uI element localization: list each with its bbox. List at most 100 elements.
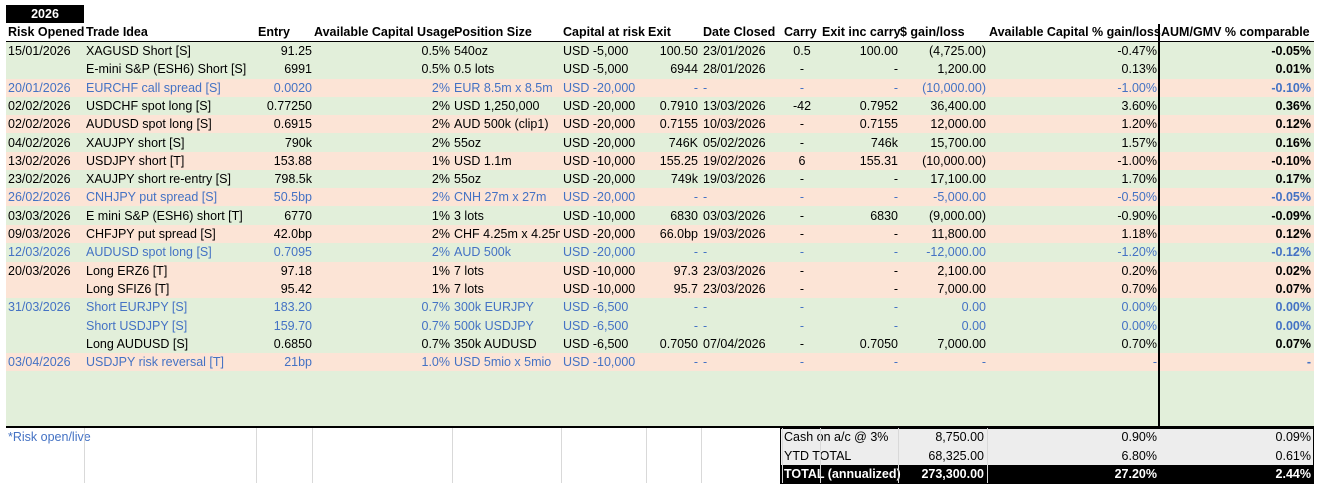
cell-carry: - (799, 117, 805, 132)
cell-risk-opened: 20/03/2026 (8, 263, 71, 278)
cell-aum-pct: 0.16% (1275, 135, 1311, 150)
cell-aum-pct: -0.12% (1271, 245, 1311, 260)
cell-gain-loss: 15,700.00 (930, 135, 986, 150)
cell-position-size: USD 5mio x 5mio (454, 355, 552, 370)
cell-capital-pct: 0.00% (1121, 318, 1157, 333)
cell-exit-inc-carry: 155.31 (859, 153, 898, 168)
cell-entry: 0.77250 (266, 98, 312, 113)
header-capital-pct: Available Capital % gain/loss (989, 25, 1161, 39)
cell-capital-at-risk: USD -20,000 (563, 190, 636, 205)
cell-trade-idea: EURCHF call spread [S] (86, 80, 221, 95)
cell-carry: -42 (792, 98, 812, 113)
cell-capital-at-risk: USD -20,000 (563, 227, 636, 241)
cell-capital-usage: 1.0% (421, 355, 451, 370)
cell-gain-loss: (9,000.00) (929, 208, 986, 223)
cell-date-closed: 23/03/2026 (703, 281, 766, 296)
cell-gain-loss: 2,100.00 (937, 263, 986, 278)
cell-carry: 0.5 (793, 44, 811, 58)
cell-capital-usage: 2% (431, 80, 450, 95)
cell-position-size: 55oz (454, 135, 482, 150)
cell-entry: 0.0020 (273, 80, 312, 95)
cell-capital-at-risk: USD -5,000 (563, 62, 629, 77)
cell-capital-usage: 0.5% (421, 62, 451, 77)
summary-border (780, 428, 1314, 483)
cell-entry: 153.88 (273, 153, 312, 168)
cell-capital-pct: -1.00% (1117, 80, 1157, 95)
cell-capital-pct: 0.70% (1121, 281, 1157, 296)
cell-exit: - (693, 190, 698, 205)
cell-aum-pct: 0.00% (1275, 300, 1311, 315)
cell-exit: - (693, 80, 698, 95)
cell-exit-inc-carry: - (893, 318, 898, 333)
cell-date-closed: - (703, 190, 708, 205)
cell-exit: - (693, 355, 698, 370)
cell-capital-at-risk: USD -6,500 (563, 300, 629, 315)
header-exit: Exit (648, 25, 671, 39)
cell-position-size: AUD 500k (clip1) (454, 117, 549, 132)
cell-aum-pct: -0.10% (1271, 80, 1311, 95)
cell-capital-at-risk: USD -6,500 (563, 318, 629, 333)
cell-capital-pct: -0.90% (1117, 208, 1157, 223)
cell-capital-pct: 0.20% (1121, 263, 1157, 278)
aum-column-border (1158, 24, 1160, 428)
header-gain-loss: $ gain/loss (900, 25, 965, 39)
cell-capital-at-risk: USD -20,000 (563, 135, 636, 150)
cell-capital-usage: 0.7% (421, 318, 451, 333)
cell-aum-pct: -0.09% (1271, 208, 1311, 223)
cell-aum-pct: -0.05% (1271, 190, 1311, 205)
cell-gain-loss: - (981, 355, 986, 370)
cell-capital-usage: 1% (431, 281, 450, 296)
cell-risk-opened: 04/02/2026 (8, 135, 71, 150)
cell-carry: - (799, 62, 805, 77)
cell-capital-pct: -0.47% (1117, 44, 1157, 58)
cell-exit: 155.25 (659, 153, 698, 168)
cell-entry: 6770 (284, 208, 312, 223)
cell-entry: 21bp (284, 355, 312, 370)
cell-trade-idea: Long ERZ6 [T] (86, 263, 168, 278)
cell-entry: 159.70 (273, 318, 312, 333)
cell-carry: - (799, 208, 805, 223)
cell-position-size: AUD 500k (454, 245, 511, 260)
cell-exit-inc-carry: - (893, 263, 898, 278)
cell-capital-usage: 0.7% (421, 300, 451, 315)
cell-date-closed: 03/03/2026 (703, 208, 766, 223)
cell-exit-inc-carry: - (893, 80, 898, 95)
cell-risk-opened (8, 60, 84, 78)
cell-date-closed: - (703, 355, 708, 370)
cell-exit-inc-carry: 0.7952 (859, 98, 898, 113)
cell-entry: 97.18 (280, 263, 312, 278)
cell-capital-usage: 0.5% (421, 44, 451, 58)
cell-capital-usage: 0.7% (421, 336, 451, 351)
cell-capital-pct: -0.50% (1117, 190, 1157, 205)
cell-entry: 50.5bp (273, 190, 312, 205)
cell-exit-inc-carry: - (893, 245, 898, 260)
cell-gain-loss: 0.00 (961, 300, 986, 315)
cell-risk-opened: 09/03/2026 (8, 227, 71, 241)
cell-position-size: 7 lots (454, 263, 484, 278)
cell-exit-inc-carry: 746k (870, 135, 898, 150)
cell-carry: - (799, 355, 805, 370)
grid-line (898, 428, 899, 483)
cell-trade-idea: AUDUSD spot long [S] (86, 245, 212, 260)
cell-capital-at-risk: USD -10,000 (563, 263, 636, 278)
cell-date-closed: - (703, 80, 708, 95)
grid-line (646, 428, 647, 483)
cell-aum-pct: 0.07% (1275, 336, 1311, 351)
cell-trade-idea: Short EURJPY [S] (86, 300, 188, 315)
cell-risk-opened: 26/02/2026 (8, 190, 71, 205)
cell-trade-idea: XAUJPY short re-entry [S] (86, 172, 231, 187)
cell-date-closed: - (703, 318, 708, 333)
cell-carry: 6 (798, 153, 806, 168)
cell-capital-at-risk: USD -20,000 (563, 80, 636, 95)
cell-gain-loss: 1,200.00 (937, 62, 986, 77)
cell-aum-pct: - (1306, 355, 1311, 370)
cell-risk-opened: 02/02/2026 (8, 98, 71, 113)
cell-carry: - (799, 318, 805, 333)
cell-risk-opened: 03/04/2026 (8, 355, 71, 370)
cell-capital-pct: -1.20% (1117, 245, 1157, 260)
cell-exit: - (693, 318, 698, 333)
cell-risk-opened: 13/02/2026 (8, 153, 71, 168)
cell-carry: - (799, 245, 805, 260)
cell-capital-at-risk: USD -10,000 (563, 281, 636, 296)
cell-trade-idea: XAGUSD Short [S] (86, 44, 191, 58)
